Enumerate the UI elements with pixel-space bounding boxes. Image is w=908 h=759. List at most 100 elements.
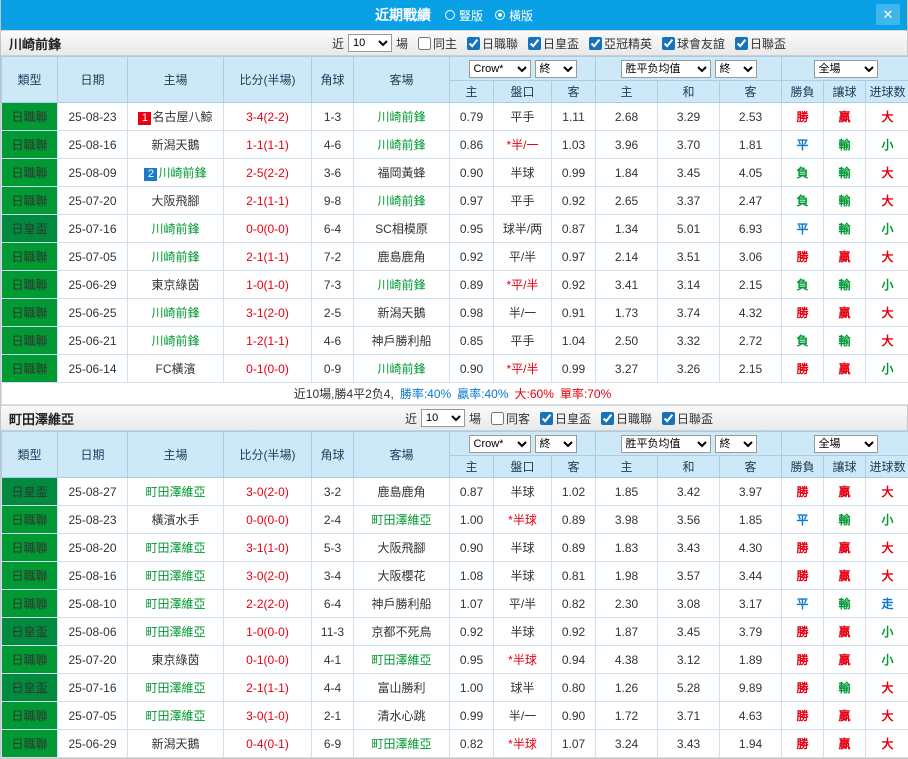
filter-checkbox[interactable]	[735, 37, 748, 50]
average-odds-select[interactable]: 胜平负均值	[621, 435, 711, 453]
bookmaker-select[interactable]: Crow*	[469, 60, 531, 78]
result-handicap: 贏	[824, 534, 866, 562]
filter-checkbox-item[interactable]: 日聯盃	[735, 35, 786, 52]
section-header: 町田澤維亞近10場同客日皇盃日職聯日聯盃	[1, 405, 907, 431]
away-team-name[interactable]: 川崎前鋒	[377, 278, 425, 292]
filter-checkbox-label: 同客	[506, 410, 530, 427]
home-team-name[interactable]: 町田澤維亞	[145, 597, 205, 611]
average-stage-select[interactable]: 終	[715, 60, 757, 78]
filter-checkbox[interactable]	[589, 37, 602, 50]
radio-icon	[445, 10, 455, 20]
odds-home: 0.90	[450, 159, 494, 187]
odds-stage-select[interactable]: 終	[535, 60, 577, 78]
subcol-1: 盤口	[494, 81, 552, 103]
home-team-name[interactable]: 町田澤維亞	[145, 625, 205, 639]
away-team-cell: 神戶勝利船	[354, 590, 450, 618]
filter-checkbox-item[interactable]: 亞冠精英	[589, 35, 652, 52]
filter-checkbox-item[interactable]: 日皇盃	[528, 35, 579, 52]
summary-segment: 近10場,勝4平2负4,	[294, 387, 394, 401]
home-team-name[interactable]: 川崎前鋒	[151, 306, 199, 320]
handicap-line: *半/一	[494, 131, 552, 159]
filter-checkbox[interactable]	[418, 37, 431, 50]
near-label: 近	[332, 35, 344, 52]
away-team-name[interactable]: 町田澤維亞	[371, 737, 431, 751]
filter-checkbox-label: 亞冠精英	[604, 35, 652, 52]
filter-checkbox[interactable]	[662, 37, 675, 50]
away-team-name[interactable]: 川崎前鋒	[377, 110, 425, 124]
away-team-cell: 清水心跳	[354, 702, 450, 730]
filter-checkbox[interactable]	[528, 37, 541, 50]
filter-checkbox-item[interactable]: 同主	[418, 35, 457, 52]
result-scope-select[interactable]: 全場	[814, 60, 878, 78]
average-odds-select[interactable]: 胜平负均值	[621, 60, 711, 78]
odds-home: 1.00	[450, 674, 494, 702]
odds-home: 0.86	[450, 131, 494, 159]
avg-home-odds: 3.98	[596, 506, 658, 534]
match-row: 日職聯25-06-25川崎前鋒3-1(2-0)2-5新潟天鵝0.98半/一0.9…	[2, 299, 908, 327]
match-filter: 近10場同主日職聯日皇盃亞冠精英球會友誼日聯盃	[211, 34, 907, 52]
match-row: 日職聯25-08-092川崎前鋒2-5(2-2)3-6福岡黃蜂0.90半球0.9…	[2, 159, 908, 187]
avg-home-odds: 1.34	[596, 215, 658, 243]
home-team-name[interactable]: 川崎前鋒	[151, 222, 199, 236]
match-row: 日職聯25-08-23橫濱水手0-0(0-0)2-4町田澤維亞1.00*半球0.…	[2, 506, 908, 534]
filter-checkbox[interactable]	[662, 412, 675, 425]
home-team-name[interactable]: 町田澤維亞	[145, 541, 205, 555]
home-team-name[interactable]: 川崎前鋒	[151, 334, 199, 348]
bookmaker-select[interactable]: Crow*	[469, 435, 531, 453]
odds-away: 0.87	[552, 215, 596, 243]
home-team-name[interactable]: 町田澤維亞	[145, 569, 205, 583]
away-team-name: 京都不死鳥	[371, 625, 431, 639]
filter-checkbox[interactable]	[491, 412, 504, 425]
home-team-name[interactable]: 川崎前鋒	[151, 250, 199, 264]
summary-cell: 近10場,勝4平2负4,勝率:40%贏率:40%大:60%單率:70%	[2, 383, 908, 405]
filter-checkbox-item[interactable]: 日皇盃	[540, 410, 591, 427]
filter-checkbox-item[interactable]: 日職聯	[601, 410, 652, 427]
recent-count-select[interactable]: 10	[421, 409, 465, 427]
home-team-name[interactable]: 町田澤維亞	[145, 485, 205, 499]
result-goals: 大	[866, 478, 908, 506]
odds-home: 0.89	[450, 271, 494, 299]
home-team-cell: 町田澤維亞	[128, 702, 224, 730]
away-team-name[interactable]: 川崎前鋒	[377, 362, 425, 376]
match-row: 日職聯25-08-16町田澤維亞3-0(2-0)3-4大阪櫻花1.08半球0.8…	[2, 562, 908, 590]
match-row: 日職聯25-08-16新潟天鵝1-1(1-1)4-6川崎前鋒0.86*半/一1.…	[2, 131, 908, 159]
filter-checkbox-item[interactable]: 球會友誼	[662, 35, 725, 52]
odds-home: 0.90	[450, 534, 494, 562]
match-row: 日職聯25-08-10町田澤維亞2-2(2-0)6-4神戶勝利船1.07平/半0…	[2, 590, 908, 618]
match-date: 25-08-23	[58, 506, 128, 534]
odds-home: 0.90	[450, 355, 494, 383]
result-scope-select[interactable]: 全場	[814, 435, 878, 453]
away-team-name[interactable]: 川崎前鋒	[377, 138, 425, 152]
filter-checkbox[interactable]	[467, 37, 480, 50]
col-home: 主場	[128, 432, 224, 478]
home-team-name[interactable]: 町田澤維亞	[145, 681, 205, 695]
header-row-groups: 類型日期主場比分(半場)角球客場Crow*終胜平负均值終全場	[2, 57, 908, 81]
filter-checkbox[interactable]	[601, 412, 614, 425]
close-button[interactable]: ✕	[876, 4, 900, 25]
avg-away-odds: 3.44	[720, 562, 782, 590]
home-team-name[interactable]: 川崎前鋒	[158, 166, 206, 180]
away-team-name[interactable]: 川崎前鋒	[377, 194, 425, 208]
filter-checkbox-item[interactable]: 日職聯	[467, 35, 518, 52]
filter-checkbox-item[interactable]: 同客	[491, 410, 530, 427]
odds-stage-select[interactable]: 終	[535, 435, 577, 453]
filter-checkbox-label: 日聯盃	[750, 35, 786, 52]
away-team-name[interactable]: 町田澤維亞	[371, 653, 431, 667]
avg-draw-odds: 3.26	[658, 355, 720, 383]
away-team-name: 富山勝利	[377, 681, 425, 695]
average-stage-select[interactable]: 終	[715, 435, 757, 453]
away-team-name: 清水心跳	[377, 709, 425, 723]
away-team-name[interactable]: 町田澤維亞	[371, 513, 431, 527]
avg-away-odds: 1.81	[720, 131, 782, 159]
layout-radio-horizontal[interactable]: 橫版	[495, 7, 533, 24]
home-team-cell: 新潟天鵝	[128, 131, 224, 159]
avg-away-odds: 3.06	[720, 243, 782, 271]
home-team-name[interactable]: 町田澤維亞	[145, 709, 205, 723]
corner-cell: 7-3	[312, 271, 354, 299]
filter-checkbox-item[interactable]: 日聯盃	[662, 410, 713, 427]
filter-checkbox[interactable]	[540, 412, 553, 425]
layout-radio-vertical[interactable]: 豎版	[445, 7, 483, 24]
avg-away-odds: 4.32	[720, 299, 782, 327]
recent-count-select[interactable]: 10	[348, 34, 392, 52]
home-team-cell: 町田澤維亞	[128, 674, 224, 702]
